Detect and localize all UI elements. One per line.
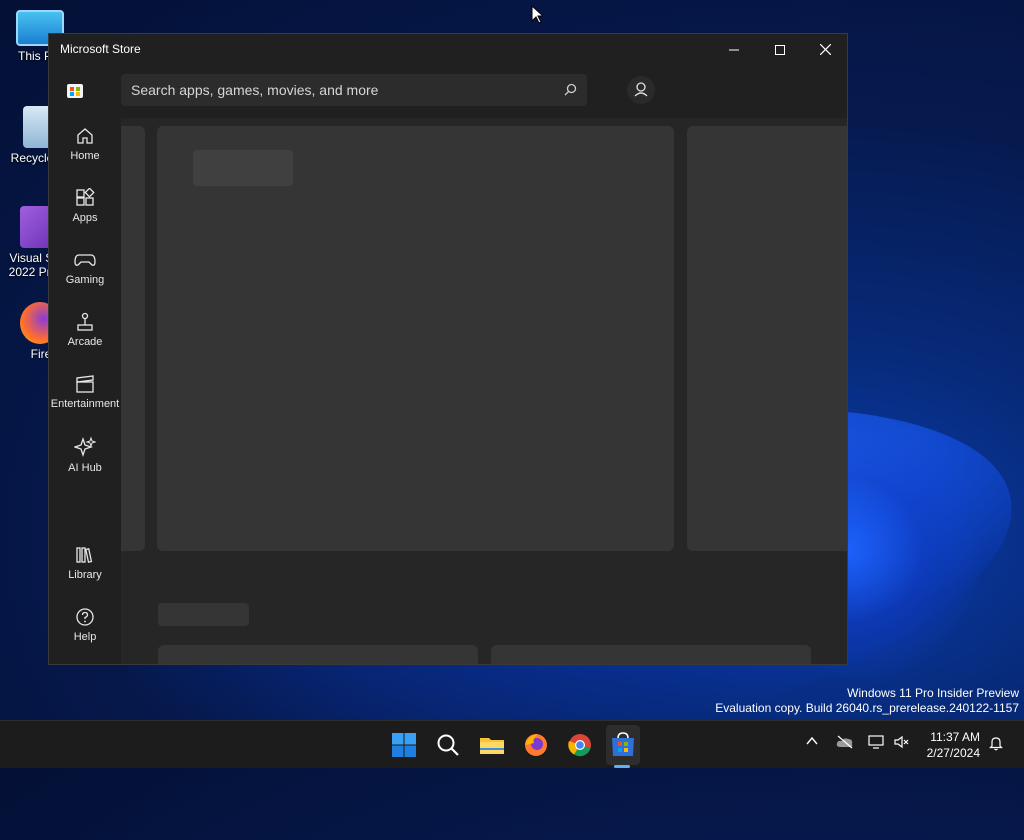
notification-bell-icon[interactable]	[988, 735, 1004, 751]
account-button[interactable]	[627, 76, 655, 104]
onedrive-icon[interactable]	[836, 735, 854, 749]
volume-muted-icon[interactable]	[894, 735, 910, 749]
carousel-card-placeholder-next[interactable]	[687, 126, 847, 551]
home-icon	[77, 128, 93, 144]
nav-item-label: Entertainment	[50, 398, 120, 410]
firefox-icon[interactable]	[522, 731, 550, 759]
title-placeholder	[193, 150, 293, 186]
nav-item-label: Gaming	[65, 274, 105, 286]
nav-item-label: Library	[68, 569, 102, 581]
carousel-card-placeholder[interactable]	[157, 126, 674, 551]
nav-item-label: Help	[73, 631, 97, 643]
search-input[interactable]: Search apps, games, movies, and more	[121, 74, 587, 106]
microsoft-store-icon[interactable]	[609, 731, 637, 759]
clapperboard-icon	[76, 375, 94, 393]
network-icon[interactable]	[868, 735, 884, 749]
sparkle-icon	[74, 436, 96, 458]
nav-item-apps[interactable]: Apps	[49, 188, 121, 224]
library-icon	[76, 547, 93, 563]
clock[interactable]: 11:37 AM 2/27/2024	[927, 729, 980, 761]
minimize-icon	[729, 49, 739, 51]
file-explorer-icon[interactable]	[478, 731, 506, 759]
carousel-card-placeholder-prev[interactable]	[121, 126, 145, 551]
clock-date: 2/27/2024	[926, 746, 980, 760]
nav-item-arcade[interactable]: Arcade	[49, 312, 121, 348]
nav-item-label: Home	[70, 150, 100, 162]
clock-time: 11:37 AM	[930, 730, 980, 744]
watermark-line1: Windows 11 Pro Insider Preview	[847, 686, 1019, 700]
search-icon[interactable]	[434, 731, 462, 759]
nav-item-library[interactable]: Library	[49, 545, 121, 581]
nav-item-label: AI Hub	[68, 462, 102, 474]
content-area	[121, 118, 847, 664]
tile-placeholder	[158, 645, 478, 664]
joystick-icon	[77, 312, 93, 331]
nav-item-ai-hub[interactable]: AI Hub	[49, 436, 121, 474]
apps-icon	[76, 188, 95, 206]
close-icon	[819, 43, 831, 56]
microsoft-store-window: Microsoft Store Home Apps Gaming Arcade	[48, 33, 848, 665]
watermark-line2: Evaluation copy. Build 26040.rs_prerelea…	[715, 701, 1019, 715]
search-icon[interactable]	[564, 83, 577, 96]
nav-item-entertainment[interactable]: Entertainment	[49, 374, 121, 410]
nav-item-label: Arcade	[67, 336, 103, 348]
nav-item-help[interactable]: Help	[49, 607, 121, 643]
help-icon	[76, 608, 94, 626]
title-bar[interactable]: Microsoft Store	[49, 34, 847, 66]
search-placeholder: Search apps, games, movies, and more	[131, 82, 379, 98]
window-title: Microsoft Store	[60, 42, 141, 56]
evaluation-watermark: Windows 11 Pro Insider Preview Evaluatio…	[715, 686, 1019, 716]
chrome-icon[interactable]	[566, 731, 594, 759]
maximize-icon	[775, 45, 785, 55]
account-icon	[634, 82, 648, 97]
nav-item-label: Apps	[72, 212, 98, 224]
store-logo-icon	[67, 84, 83, 98]
chevron-up-icon[interactable]	[806, 735, 818, 747]
maximize-button[interactable]	[757, 34, 803, 66]
taskbar: 11:37 AM 2/27/2024	[0, 720, 1024, 768]
nav-item-gaming[interactable]: Gaming	[49, 250, 121, 286]
start-icon[interactable]	[390, 731, 418, 759]
minimize-button[interactable]	[711, 34, 757, 66]
mouse-cursor-icon	[531, 5, 543, 24]
tile-placeholder	[491, 645, 811, 664]
close-button[interactable]	[802, 34, 848, 66]
gamepad-icon	[74, 254, 96, 266]
nav-item-home[interactable]: Home	[49, 126, 121, 162]
section-title-placeholder	[158, 603, 249, 626]
